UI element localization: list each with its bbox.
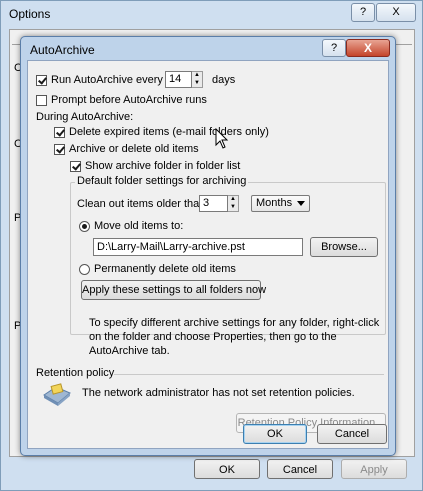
period-select[interactable]: Months	[251, 195, 310, 212]
run-autoarchive-label: Run AutoArchive every	[51, 74, 163, 86]
period-select-value: Months	[256, 197, 293, 209]
autoarchive-dialog: AutoArchive ? X Run AutoArchive every 14…	[20, 36, 396, 456]
options-ok-button[interactable]: OK	[194, 459, 260, 479]
spin-down-icon[interactable]: ▼	[228, 203, 238, 211]
show-archive-row: Show archive folder in folder list	[70, 160, 240, 172]
run-autoarchive-row: Run AutoArchive every	[36, 74, 163, 86]
clean-out-label: Clean out items older than	[77, 198, 206, 210]
archive-old-row: Archive or delete old items	[54, 143, 199, 155]
options-window-title: Options	[9, 7, 51, 21]
permanently-delete-row: Permanently delete old items	[79, 263, 236, 275]
clean-out-stepper[interactable]: 3 ▲ ▼	[199, 195, 239, 212]
options-help-button[interactable]: ?	[351, 3, 375, 22]
run-autoarchive-checkbox[interactable]	[36, 74, 47, 86]
archive-info-text: To specify different archive settings fo…	[89, 317, 380, 357]
permanently-delete-label: Permanently delete old items	[94, 263, 236, 275]
during-autoarchive-label: During AutoArchive:	[36, 111, 134, 123]
dialog-body: Run AutoArchive every 14 ▲ ▼ days Prompt…	[27, 60, 389, 449]
spin-up-icon[interactable]: ▲	[228, 196, 238, 204]
retention-message: The network administrator has not set re…	[82, 387, 355, 399]
show-archive-checkbox[interactable]	[70, 160, 81, 172]
dialog-cancel-button[interactable]: Cancel	[317, 424, 387, 444]
archive-path-field[interactable]: D:\Larry-Mail\Larry-archive.pst	[93, 238, 303, 256]
move-old-row: Move old items to:	[79, 220, 183, 232]
chevron-down-icon	[297, 201, 305, 206]
options-close-button[interactable]: X	[376, 3, 416, 22]
archive-old-checkbox[interactable]	[54, 143, 65, 155]
mouse-cursor-icon	[215, 127, 229, 153]
prompt-before-checkbox[interactable]	[36, 94, 47, 106]
default-folder-settings-group: Default folder settings for archiving Cl…	[70, 175, 386, 335]
move-old-label: Move old items to:	[94, 220, 184, 232]
permanently-delete-radio[interactable]	[79, 263, 90, 275]
delete-expired-checkbox[interactable]	[54, 126, 65, 138]
spin-down-icon[interactable]: ▼	[192, 79, 202, 87]
move-old-radio[interactable]	[79, 220, 90, 232]
dialog-title: AutoArchive	[30, 43, 95, 57]
clean-out-value[interactable]: 3	[199, 195, 228, 212]
spin-up-icon[interactable]: ▲	[192, 72, 202, 80]
retention-policy-icon	[42, 383, 72, 410]
retention-policy-title: Retention policy	[36, 367, 115, 379]
run-every-days-stepper[interactable]: 14 ▲ ▼	[165, 71, 203, 88]
archive-old-label: Archive or delete old items	[69, 143, 199, 155]
default-folder-settings-title: Default folder settings for archiving	[75, 175, 249, 187]
prompt-before-label: Prompt before AutoArchive runs	[51, 94, 207, 106]
show-archive-label: Show archive folder in folder list	[85, 160, 241, 172]
retention-separator	[114, 374, 384, 375]
prompt-before-row: Prompt before AutoArchive runs	[36, 94, 207, 106]
dialog-help-button[interactable]: ?	[322, 39, 346, 57]
delete-expired-row: Delete expired items (e-mail folders onl…	[54, 126, 269, 138]
delete-expired-label: Delete expired items (e-mail folders onl…	[69, 126, 269, 138]
days-label: days	[212, 74, 236, 86]
dialog-close-button[interactable]: X	[346, 39, 390, 57]
apply-to-all-folders-button[interactable]: Apply these settings to all folders now	[81, 280, 266, 300]
options-apply-button[interactable]: Apply	[341, 459, 407, 479]
options-cancel-button[interactable]: Cancel	[267, 459, 333, 479]
browse-button[interactable]: Browse...	[310, 237, 378, 257]
run-every-days-value[interactable]: 14	[165, 71, 192, 88]
dialog-ok-button[interactable]: OK	[243, 424, 307, 444]
